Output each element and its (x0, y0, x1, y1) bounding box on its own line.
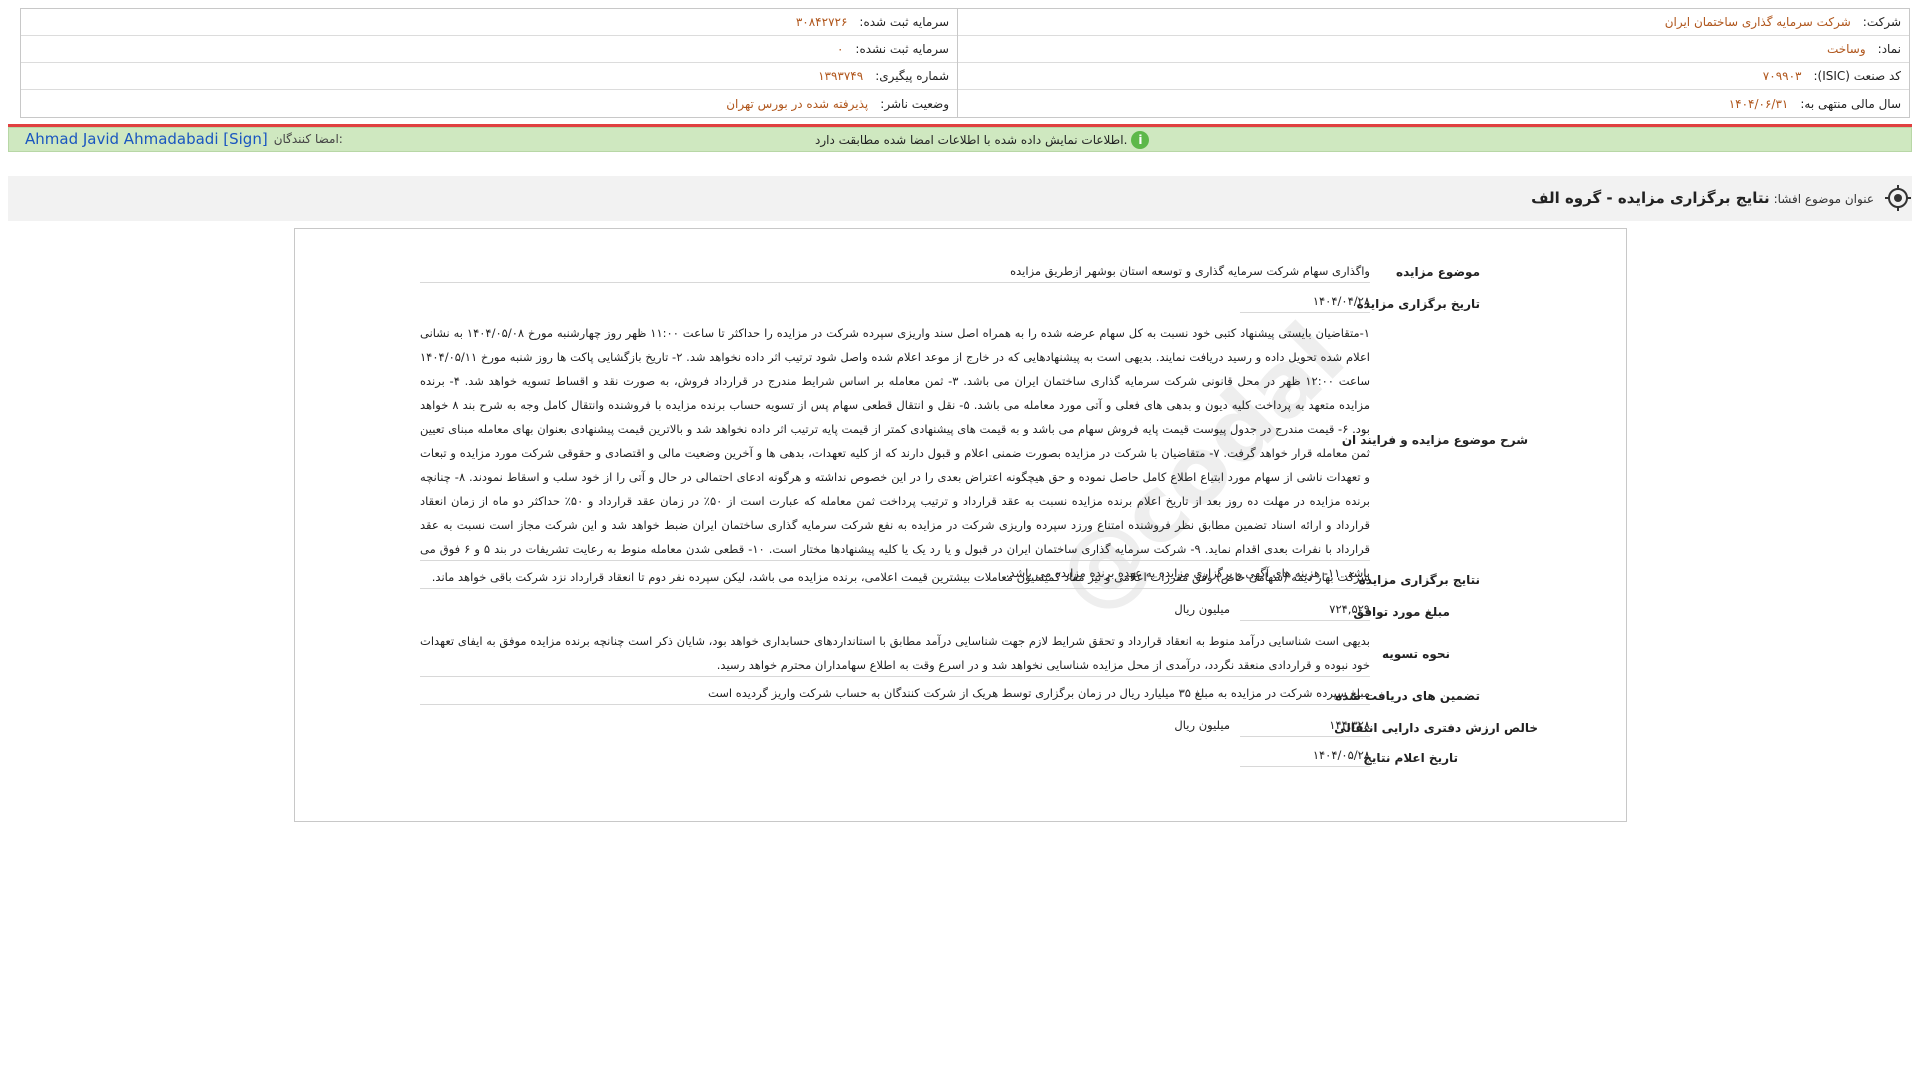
info-label: شماره پیگیری: (875, 69, 949, 83)
company-info-left: سرمایه ثبت شده: ۳۰۸۴۲۷۲۶ سرمایه ثبت نشده:… (21, 9, 957, 117)
isic-value: ۷۰۹۹۰۳ (1762, 69, 1802, 83)
field-value-settlement: بدیهی است شناسایی درآمد منوط به انعقاد ق… (420, 629, 1370, 677)
subject-text: عنوان موضوع افشا: نتایج برگزاری مزایده -… (1531, 189, 1874, 207)
registered-capital-value: ۳۰۸۴۲۷۲۶ (795, 15, 848, 29)
info-label: شرکت: (1862, 15, 1901, 29)
signers: Ahmad Javid Ahmadabadi [Sign] امضا کنندگ… (25, 130, 343, 148)
info-label: وضعیت ناشر: (880, 96, 949, 111)
info-row-isic: کد صنعت (ISIC): ۷۰۹۹۰۳ (958, 63, 1909, 90)
field-value-guarantees: مبلغ سپرده شرکت در مزایده به مبلغ ۳۵ میل… (420, 681, 1370, 705)
info-row-symbol: نماد: وساخت (958, 36, 1909, 63)
info-row-fiscal-year: سال مالی منتهی به: ۱۴۰۴/۰۶/۳۱ (958, 90, 1909, 117)
verification-message: اطلاعات نمایش داده شده با اطلاعات امضا ش… (815, 131, 1150, 149)
info-label: سال مالی منتهی به: (1800, 96, 1901, 111)
field-value-announce-date: ۱۴۰۴/۰۵/۲۸ (1240, 743, 1370, 767)
info-row-publisher-status: وضعیت ناشر: پذیرفته شده در بورس تهران (21, 90, 957, 117)
field-label-settlement: نحوه تسویه (1382, 647, 1450, 661)
disclosure-content: @codal موضوع مزایده واگذاری سهام شرکت سر… (294, 228, 1627, 822)
unregistered-capital-value: ۰ (836, 42, 844, 56)
verification-text: اطلاعات نمایش داده شده با اطلاعات امضا ش… (815, 133, 1128, 147)
info-icon: i (1131, 131, 1150, 149)
signature-bar: Ahmad Javid Ahmadabadi [Sign] امضا کنندگ… (8, 127, 1912, 152)
publisher-status-value: پذیرفته شده در بورس تهران (726, 96, 869, 111)
company-info-table: شرکت: شرکت سرمایه گذاری ساختمان ایران نما… (20, 8, 1910, 118)
info-label: کد صنعت (ISIC): (1813, 69, 1901, 83)
info-row-registered-capital: سرمایه ثبت شده: ۳۰۸۴۲۷۲۶ (21, 9, 957, 36)
field-label-announce-date: تاریخ اعلام نتایج (1363, 751, 1458, 765)
field-label-auction-results: نتایج برگزاری مزایده (1358, 573, 1480, 587)
signer-name[interactable]: Ahmad Javid Ahmadabadi [Sign] (25, 130, 268, 148)
field-label-auction-subject: موضوع مزایده (1396, 265, 1480, 279)
field-value-net-book-value: ۱۴۴,۳۲۸ (1240, 713, 1370, 737)
info-label: نماد: (1877, 42, 1901, 56)
info-row-company: شرکت: شرکت سرمایه گذاری ساختمان ایران (958, 9, 1909, 36)
field-value-auction-results: شرکت بهار دیمه (سهامی خاص) وفق مقررات اع… (420, 565, 1370, 589)
target-icon (1885, 185, 1911, 211)
tracking-number-value: ۱۳۹۳۷۴۹ (818, 69, 864, 83)
company-info-right: شرکت: شرکت سرمایه گذاری ساختمان ایران نما… (957, 9, 1909, 117)
info-row-tracking-number: شماره پیگیری: ۱۳۹۳۷۴۹ (21, 63, 957, 90)
field-value-agreed-amount: ۷۲۴,۵۲۹ (1240, 597, 1370, 621)
field-value-auction-subject: واگذاری سهام شرکت سرمایه گذاری و توسعه ا… (420, 259, 1370, 283)
symbol-link[interactable]: وساخت (1827, 42, 1866, 56)
disclosure-subject-bar: عنوان موضوع افشا: نتایج برگزاری مزایده -… (8, 176, 1912, 221)
info-row-unregistered-capital: سرمایه ثبت نشده: ۰ (21, 36, 957, 63)
subject-title: نتایج برگزاری مزایده - گروه الف (1531, 189, 1770, 207)
signers-label: امضا کنندگان: (273, 132, 343, 146)
agreed-amount-unit: میلیون ریال (1174, 602, 1230, 616)
info-label: سرمایه ثبت نشده: (855, 42, 949, 56)
field-label-auction-date: تاریخ برگزاری مزایده (1356, 297, 1480, 311)
company-name-link[interactable]: شرکت سرمایه گذاری ساختمان ایران (1665, 15, 1851, 29)
subject-label: عنوان موضوع افشا: (1773, 192, 1874, 206)
field-value-auction-date: ۱۴۰۴/۰۴/۲۸ (1240, 289, 1370, 313)
field-value-description: ۱-متقاضیان بایستی پیشنهاد کتبی خود نسبت … (420, 321, 1370, 580)
fiscal-year-value: ۱۴۰۴/۰۶/۳۱ (1728, 96, 1789, 111)
net-book-value-unit: میلیون ریال (1174, 718, 1230, 732)
info-label: سرمایه ثبت شده: (859, 15, 949, 29)
